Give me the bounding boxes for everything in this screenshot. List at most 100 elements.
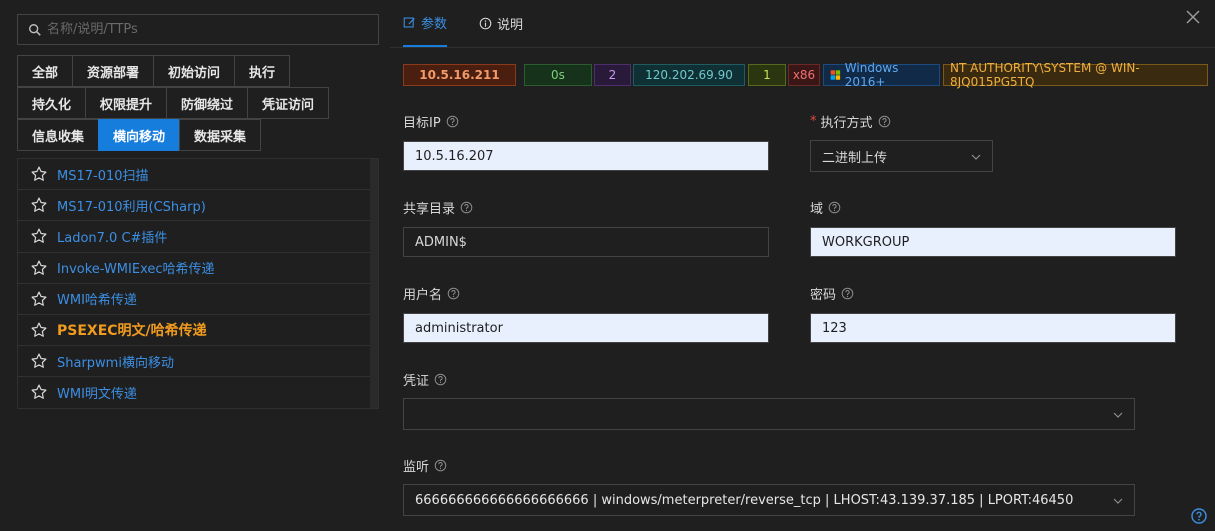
category-row: 信息收集 横向移动 数据采集 xyxy=(17,119,387,151)
password-label: 密码 xyxy=(810,284,854,303)
password-label-text: 密码 xyxy=(810,288,837,303)
question-icon[interactable] xyxy=(841,287,854,300)
star-icon[interactable] xyxy=(30,321,48,339)
category-filter: 全部 资源部署 初始访问 执行 持久化 权限提升 防御绕过 凭证访问 信息收集 … xyxy=(17,55,387,151)
star-icon[interactable] xyxy=(30,227,48,245)
category-privilege-escalation[interactable]: 权限提升 xyxy=(85,87,168,119)
session-user-badge: NT AUTHORITY\SYSTEM @ WIN-8JQ015PG5TQ xyxy=(943,61,1208,89)
module-label: PSEXEC明文/哈希传递 xyxy=(57,323,207,340)
category-initial-access[interactable]: 初始访问 xyxy=(153,55,236,87)
question-icon[interactable] xyxy=(878,115,891,128)
question-icon[interactable] xyxy=(446,115,459,128)
category-defense-evasion[interactable]: 防御绕过 xyxy=(166,87,249,119)
session-pid-badge: 2 xyxy=(594,64,631,86)
exec-method-value: 二进制上传 xyxy=(822,150,888,166)
session-arch-badge: x86 xyxy=(788,64,820,86)
module-detail-panel: 参数 说明 10.5.16.211 0s 2 120.202.69.90 1 x… xyxy=(390,0,1215,531)
session-public-ip-badge: 120.202.69.90 xyxy=(633,64,745,86)
category-resource-deploy[interactable]: 资源部署 xyxy=(72,55,155,87)
category-credential-access[interactable]: 凭证访问 xyxy=(247,87,330,119)
chevron-down-icon xyxy=(1113,412,1123,418)
module-label: Invoke-WMIExec哈希传递 xyxy=(57,262,215,278)
category-row: 全部 资源部署 初始访问 执行 xyxy=(17,55,387,87)
chevron-down-icon xyxy=(1113,498,1123,504)
tab-params-label: 参数 xyxy=(421,17,448,32)
tab-description[interactable]: 说明 xyxy=(479,0,523,47)
exec-method-label: * 执行方式 xyxy=(810,112,891,131)
listener-label-text: 监听 xyxy=(403,460,430,475)
category-persistence[interactable]: 持久化 xyxy=(17,87,87,119)
search-box[interactable] xyxy=(17,14,379,45)
credential-select[interactable] xyxy=(403,398,1135,430)
tab-description-label: 说明 xyxy=(497,18,524,33)
username-label: 用户名 xyxy=(403,284,460,303)
category-execution[interactable]: 执行 xyxy=(234,55,291,87)
tab-divider xyxy=(390,47,1215,48)
question-icon[interactable] xyxy=(460,201,473,214)
search-input[interactable] xyxy=(47,22,367,37)
star-icon[interactable] xyxy=(30,290,48,308)
list-item[interactable]: Invoke-WMIExec哈希传递 xyxy=(18,253,378,284)
star-icon[interactable] xyxy=(30,165,48,183)
info-icon xyxy=(479,17,492,30)
question-icon[interactable] xyxy=(434,373,447,386)
listener-value: 666666666666666666666 | windows/meterpre… xyxy=(415,492,1074,508)
share-label: 共享目录 xyxy=(403,198,473,217)
module-label: MS17-010利用(CSharp) xyxy=(57,199,206,215)
question-icon[interactable] xyxy=(828,201,841,214)
module-label: MS17-010扫描 xyxy=(57,168,149,184)
category-discovery[interactable]: 信息收集 xyxy=(17,119,100,151)
list-item[interactable]: MS17-010利用(CSharp) xyxy=(18,190,378,222)
app-root: 全部 资源部署 初始访问 执行 持久化 权限提升 防御绕过 凭证访问 信息收集 … xyxy=(0,0,1215,531)
list-item-selected[interactable]: PSEXEC明文/哈希传递 xyxy=(18,315,378,347)
module-list: MS17-010扫描 MS17-010利用(CSharp) Ladon7.0 C… xyxy=(17,158,379,409)
username-field[interactable]: administrator xyxy=(403,313,769,343)
session-os-badge: Windows 2016+ xyxy=(823,61,940,89)
search-icon xyxy=(29,23,41,36)
domain-label-text: 域 xyxy=(810,202,824,217)
category-all[interactable]: 全部 xyxy=(17,55,74,87)
session-badges: 10.5.16.211 0s 2 120.202.69.90 1 x86 Win… xyxy=(403,61,1208,89)
share-label-text: 共享目录 xyxy=(403,202,456,217)
required-mark: * xyxy=(810,114,817,129)
tab-params[interactable]: 参数 xyxy=(403,0,448,47)
module-label: Sharpwmi横向移动 xyxy=(57,355,174,371)
domain-field[interactable]: WORKGROUP xyxy=(810,227,1176,257)
category-lateral-movement[interactable]: 横向移动 xyxy=(98,119,181,151)
module-panel: 全部 资源部署 初始访问 执行 持久化 权限提升 防御绕过 凭证访问 信息收集 … xyxy=(0,0,390,531)
credential-label-text: 凭证 xyxy=(403,374,430,389)
list-item[interactable]: WMI明文传递 xyxy=(18,377,378,408)
star-icon[interactable] xyxy=(30,352,48,370)
username-label-text: 用户名 xyxy=(403,288,443,303)
session-time-badge: 0s xyxy=(524,64,592,86)
edit-icon xyxy=(403,17,415,28)
list-item[interactable]: WMI哈希传递 xyxy=(18,284,378,315)
module-label: Ladon7.0 C#插件 xyxy=(57,230,168,246)
module-label: WMI明文传递 xyxy=(57,386,137,402)
list-item[interactable]: MS17-010扫描 xyxy=(18,159,378,191)
exec-method-select[interactable]: 二进制上传 xyxy=(810,140,993,172)
windows-icon xyxy=(830,70,841,80)
star-icon[interactable] xyxy=(30,383,48,401)
question-icon[interactable] xyxy=(434,459,447,472)
list-item[interactable]: Sharpwmi横向移动 xyxy=(18,346,378,378)
question-icon[interactable] xyxy=(447,287,460,300)
help-icon[interactable] xyxy=(1191,508,1207,524)
listener-label: 监听 xyxy=(403,456,447,475)
share-field[interactable]: ADMIN$ xyxy=(403,227,769,257)
listener-select[interactable]: 666666666666666666666 | windows/meterpre… xyxy=(403,484,1135,516)
star-icon[interactable] xyxy=(30,259,48,277)
category-collection[interactable]: 数据采集 xyxy=(179,119,262,151)
chevron-down-icon xyxy=(971,154,981,160)
detail-tabs: 参数 说明 xyxy=(403,0,555,47)
password-field[interactable]: 123 xyxy=(810,313,1176,343)
target-ip-field[interactable]: 10.5.16.207 xyxy=(403,141,769,171)
exec-method-label-text: 执行方式 xyxy=(820,116,873,131)
category-row: 持久化 权限提升 防御绕过 凭证访问 xyxy=(17,87,387,119)
close-icon[interactable] xyxy=(1185,9,1201,25)
session-flag-badge: 1 xyxy=(748,64,786,86)
star-icon[interactable] xyxy=(30,196,48,214)
list-scrollbar[interactable] xyxy=(370,159,378,408)
module-label: WMI哈希传递 xyxy=(57,293,137,309)
list-item[interactable]: Ladon7.0 C#插件 xyxy=(18,221,378,253)
